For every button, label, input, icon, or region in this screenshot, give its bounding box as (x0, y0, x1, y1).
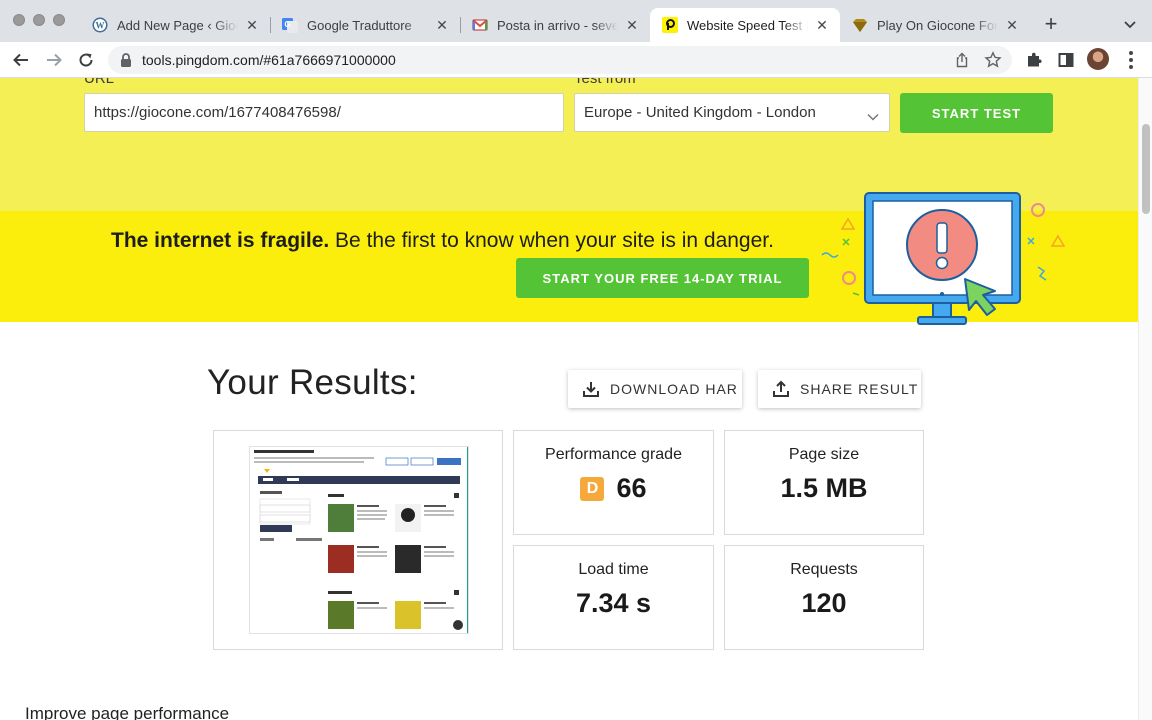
test-location-value: Europe - United Kingdom - London (584, 104, 816, 121)
share-result-label: SHARE RESULT (800, 381, 919, 397)
google-translate-icon: G (282, 17, 298, 33)
requests-card: Requests 120 (724, 545, 924, 650)
page-size-label: Page size (788, 446, 860, 463)
chevron-down-icon (867, 108, 879, 125)
back-arrow-icon[interactable] (9, 48, 33, 72)
window-minimize-dot[interactable] (33, 14, 45, 26)
svg-text:G: G (284, 20, 290, 29)
share-result-button[interactable]: SHARE RESULT (758, 370, 921, 408)
tab-title: Website Speed Test | Pingdom (687, 17, 808, 33)
load-time-card: Load time 7.34 s (513, 545, 714, 650)
bookmark-star-icon[interactable] (984, 51, 1002, 74)
wordpress-icon: W (92, 17, 108, 33)
tab-search-chevron-icon[interactable] (1120, 14, 1140, 34)
scrollbar-thumb[interactable] (1142, 124, 1150, 214)
url-field-label: URL (84, 78, 115, 87)
page-size-card: Page size 1.5 MB (724, 430, 924, 535)
test-location-select[interactable]: Europe - United Kingdom - London (574, 93, 890, 132)
test-from-label: Test from (574, 78, 636, 87)
reload-icon[interactable] (74, 48, 98, 72)
load-time-label: Load time (578, 561, 649, 578)
improve-performance-heading: Improve page performance (25, 704, 230, 720)
window-close-dot[interactable] (13, 14, 25, 26)
gmail-icon (472, 17, 488, 33)
new-tab-icon[interactable]: + (1041, 13, 1061, 35)
extensions-puzzle-icon[interactable] (1024, 50, 1044, 70)
performance-grade-value: 66 (616, 473, 647, 503)
requests-label: Requests (790, 561, 858, 578)
browser-tab-strip: W Add New Page ‹ Giocone — WordPress ✕ G… (0, 0, 1152, 42)
banner-headline-bold: The internet is fragile. (111, 229, 330, 252)
site-screenshot-card (213, 430, 503, 650)
profile-avatar[interactable] (1087, 48, 1109, 70)
start-test-button[interactable]: START TEST (900, 93, 1053, 133)
load-time-value: 7.34 s (575, 588, 652, 618)
monitor-alert-illustration (815, 181, 1075, 326)
close-icon[interactable]: ✕ (624, 17, 640, 33)
share-icon (773, 380, 789, 397)
close-icon[interactable]: ✕ (1004, 17, 1020, 33)
grade-badge: D (580, 477, 605, 501)
browser-toolbar: tools.pingdom.com/#61a7666971000000 (0, 42, 1152, 78)
performance-grade-card: Performance grade D 66 (513, 430, 714, 535)
download-har-label: DOWNLOAD HAR (610, 381, 738, 397)
tab-wordpress[interactable]: W Add New Page ‹ Giocone — WordPress ✕ (80, 8, 270, 42)
close-icon[interactable]: ✕ (434, 17, 450, 33)
pingdom-icon (662, 17, 678, 33)
tab-title: Add New Page ‹ Giocone — WordPress (117, 17, 238, 33)
free-trial-button[interactable]: START YOUR FREE 14-DAY TRIAL (516, 258, 809, 298)
page-size-value: 1.5 MB (780, 473, 868, 503)
close-icon[interactable]: ✕ (814, 17, 830, 33)
tab-title: Google Traduttore (307, 17, 412, 33)
performance-grade-label: Performance grade (545, 446, 682, 463)
banner-headline: The internet is fragile. Be the first to… (111, 229, 774, 253)
close-icon[interactable]: ✕ (244, 17, 260, 33)
tab-google-translate[interactable]: G Google Traduttore ✕ (270, 8, 460, 42)
window-zoom-dot[interactable] (53, 14, 65, 26)
page-scrollbar[interactable] (1138, 78, 1152, 720)
page-viewport: URL Test from Europe - United Kingdom - … (0, 78, 1138, 720)
tab-pingdom[interactable]: Website Speed Test | Pingdom ✕ (650, 8, 840, 42)
lock-icon[interactable] (120, 53, 132, 72)
share-page-icon[interactable] (954, 52, 970, 73)
promo-banner: The internet is fragile. Be the first to… (0, 192, 1138, 325)
side-panel-icon[interactable] (1056, 50, 1076, 70)
forward-arrow-icon[interactable] (42, 48, 66, 72)
site-screenshot-thumbnail (249, 446, 469, 634)
tab-title: Posta in arrivo - seven (497, 17, 618, 33)
results-title: Your Results: (207, 363, 418, 402)
requests-value: 120 (801, 588, 847, 618)
browser-menu-icon[interactable] (1121, 50, 1141, 70)
tab-title: Play On Giocone For Free (877, 17, 998, 33)
download-icon (583, 382, 599, 397)
address-bar[interactable]: tools.pingdom.com/#61a7666971000000 (108, 46, 1012, 74)
url-input[interactable] (84, 93, 564, 132)
tab-giocone[interactable]: Play On Giocone For Free ✕ (840, 8, 1030, 42)
download-har-button[interactable]: DOWNLOAD HAR (568, 370, 742, 408)
svg-text:W: W (96, 21, 105, 31)
banner-headline-rest: Be the first to know when your site is i… (329, 229, 774, 252)
diamond-icon (852, 17, 868, 33)
tab-gmail[interactable]: Posta in arrivo - seven ✕ (460, 8, 650, 42)
address-url: tools.pingdom.com/#61a7666971000000 (142, 52, 396, 68)
performance-grade-value-row: D 66 (514, 473, 713, 504)
